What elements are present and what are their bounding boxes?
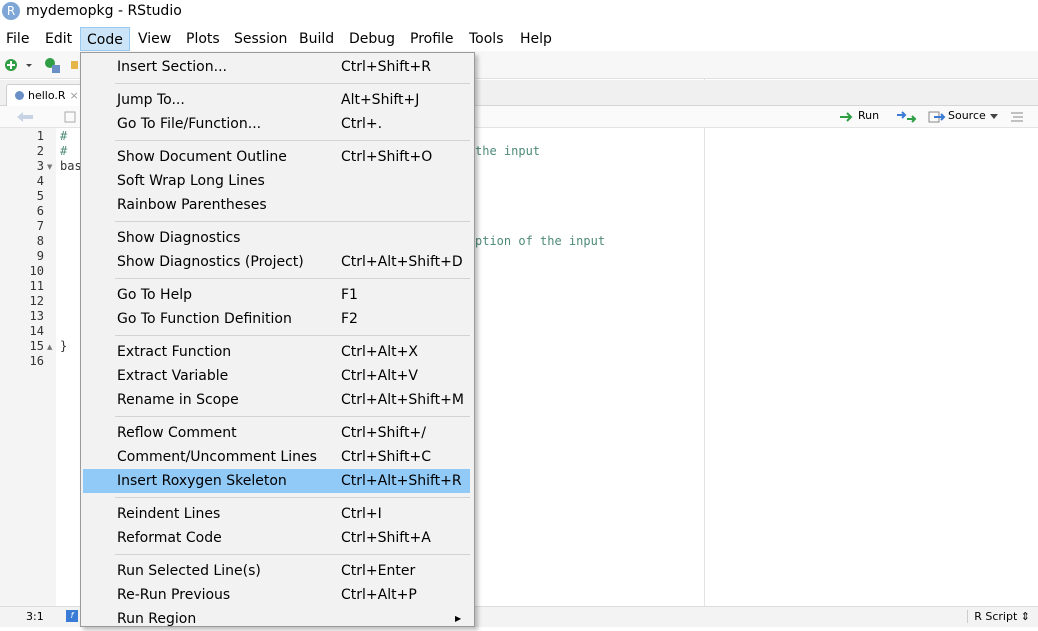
menu-separator bbox=[115, 83, 470, 84]
menu-session[interactable]: Session bbox=[228, 27, 293, 51]
menu-item-rainbow-parentheses[interactable]: Rainbow Parentheses bbox=[83, 193, 470, 217]
menu-item-run-selected-lines[interactable]: Run Selected Line(s) Ctrl+Enter bbox=[83, 559, 470, 583]
menu-build[interactable]: Build bbox=[293, 27, 340, 51]
menu-separator bbox=[115, 140, 470, 141]
menu-item-go-to-function-definition[interactable]: Go To Function Definition F2 bbox=[83, 307, 470, 331]
menu-item-jump-to[interactable]: Jump To... Alt+Shift+J bbox=[83, 88, 470, 112]
rstudio-logo-icon: R bbox=[2, 2, 20, 20]
menu-item-extract-function[interactable]: Extract Function Ctrl+Alt+X bbox=[83, 340, 470, 364]
line-number: 16 bbox=[29, 354, 44, 368]
menu-item-soft-wrap[interactable]: Soft Wrap Long Lines bbox=[83, 169, 470, 193]
code-fragment: ption of the input bbox=[475, 234, 606, 248]
menu-tools[interactable]: Tools bbox=[463, 27, 510, 51]
code-menu-dropdown: Insert Section... Ctrl+Shift+R Jump To...… bbox=[80, 52, 475, 627]
line-number: 13 bbox=[29, 309, 44, 323]
menu-item-rerun-previous[interactable]: Re-Run Previous Ctrl+Alt+P bbox=[83, 583, 470, 607]
submenu-arrow-icon: ▶ bbox=[455, 614, 462, 623]
menu-item-reflow-comment[interactable]: Reflow Comment Ctrl+Shift+/ bbox=[83, 421, 470, 445]
menu-item-show-diagnostics[interactable]: Show Diagnostics bbox=[83, 226, 470, 250]
menu-item-run-region[interactable]: Run Region ▶ bbox=[83, 607, 470, 631]
line-number: 8 bbox=[36, 234, 44, 248]
title-bar: R mydemopkg - RStudio bbox=[0, 0, 1038, 26]
menu-item-comment-uncomment[interactable]: Comment/Uncomment Lines Ctrl+Shift+C bbox=[83, 445, 470, 469]
code-line: } bbox=[60, 339, 68, 353]
show-in-window-icon[interactable] bbox=[64, 110, 76, 124]
menu-item-reformat-code[interactable]: Reformat Code Ctrl+Shift+A bbox=[83, 526, 470, 550]
source-icon bbox=[928, 111, 946, 123]
right-pane bbox=[704, 79, 1038, 627]
menu-item-show-diagnostics-project[interactable]: Show Diagnostics (Project) Ctrl+Alt+Shift… bbox=[83, 250, 470, 274]
code-line: # bbox=[60, 129, 75, 143]
source-button[interactable]: Source bbox=[948, 109, 986, 122]
menu-item-go-to-help[interactable]: Go To Help F1 bbox=[83, 283, 470, 307]
line-number: 14 bbox=[29, 324, 44, 338]
menu-separator bbox=[115, 554, 470, 555]
menu-view[interactable]: View bbox=[132, 27, 177, 51]
open-folder-icon[interactable] bbox=[70, 57, 78, 73]
line-number-gutter: 1 2 3 ▼ 4 5 6 7 8 9 10 11 12 13 14 15 ▲ … bbox=[0, 128, 56, 606]
menu-file[interactable]: File bbox=[0, 27, 35, 51]
tab-label: hello.R bbox=[28, 89, 66, 102]
back-arrow-icon[interactable] bbox=[14, 110, 36, 124]
line-number: 11 bbox=[29, 279, 44, 293]
fold-icon[interactable]: ▼ bbox=[47, 163, 52, 171]
line-number: 10 bbox=[29, 264, 44, 278]
r-file-icon bbox=[15, 91, 24, 100]
fold-icon[interactable]: ▲ bbox=[47, 343, 52, 351]
menu-profile[interactable]: Profile bbox=[404, 27, 460, 51]
window-title: mydemopkg - RStudio bbox=[26, 3, 182, 19]
line-number: 1 bbox=[36, 129, 44, 143]
rerun-icon[interactable] bbox=[895, 110, 917, 124]
run-button[interactable]: Run bbox=[858, 109, 879, 122]
source-options-chevron-icon[interactable] bbox=[990, 114, 998, 120]
menu-separator bbox=[115, 221, 470, 222]
tab-hello-r[interactable]: hello.R × bbox=[6, 84, 86, 106]
close-icon[interactable]: × bbox=[70, 89, 79, 102]
menu-separator bbox=[115, 335, 470, 336]
menu-separator bbox=[115, 497, 470, 498]
code-fragment: the input bbox=[475, 144, 541, 158]
menu-debug[interactable]: Debug bbox=[343, 27, 401, 51]
file-type-label: R Script bbox=[974, 610, 1018, 623]
code-line: bas bbox=[60, 159, 82, 173]
menu-separator bbox=[115, 416, 470, 417]
new-file-icon[interactable] bbox=[3, 57, 19, 73]
menu-plots[interactable]: Plots bbox=[180, 27, 226, 51]
file-type-selector[interactable]: R Script ⇕ bbox=[967, 610, 1030, 623]
menu-code[interactable]: Code bbox=[80, 27, 130, 51]
run-arrow-icon bbox=[840, 112, 853, 122]
menu-item-insert-roxygen-skeleton[interactable]: Insert Roxygen Skeleton Ctrl+Alt+Shift+R bbox=[83, 469, 470, 493]
line-number: 6 bbox=[36, 204, 44, 218]
menu-item-extract-variable[interactable]: Extract Variable Ctrl+Alt+V bbox=[83, 364, 470, 388]
new-project-icon[interactable] bbox=[44, 57, 60, 73]
line-number: 12 bbox=[29, 294, 44, 308]
line-number: 7 bbox=[36, 219, 44, 233]
menu-bar: File Edit Code View Plots Session Build … bbox=[0, 27, 1038, 51]
line-number: 15 bbox=[29, 339, 44, 353]
function-icon[interactable]: f bbox=[66, 610, 78, 622]
menu-item-reindent-lines[interactable]: Reindent Lines Ctrl+I bbox=[83, 502, 470, 526]
menu-item-insert-section[interactable]: Insert Section... Ctrl+Shift+R bbox=[83, 55, 470, 79]
line-number: 9 bbox=[36, 249, 44, 263]
chevron-down-icon[interactable] bbox=[24, 57, 34, 73]
line-number: 4 bbox=[36, 174, 44, 188]
menu-edit[interactable]: Edit bbox=[39, 27, 78, 51]
code-line: # bbox=[60, 144, 75, 158]
outline-icon[interactable] bbox=[1010, 111, 1024, 123]
line-number: 3 bbox=[36, 159, 44, 173]
line-number: 2 bbox=[36, 144, 44, 158]
menu-help[interactable]: Help bbox=[514, 27, 558, 51]
menu-item-show-document-outline[interactable]: Show Document Outline Ctrl+Shift+O bbox=[83, 145, 470, 169]
menu-item-rename-in-scope[interactable]: Rename in Scope Ctrl+Alt+Shift+M bbox=[83, 388, 470, 412]
line-number: 5 bbox=[36, 189, 44, 203]
menu-separator bbox=[115, 278, 470, 279]
menu-item-go-to-file-function[interactable]: Go To File/Function... Ctrl+. bbox=[83, 112, 470, 136]
cursor-position: 3:1 bbox=[26, 610, 44, 623]
